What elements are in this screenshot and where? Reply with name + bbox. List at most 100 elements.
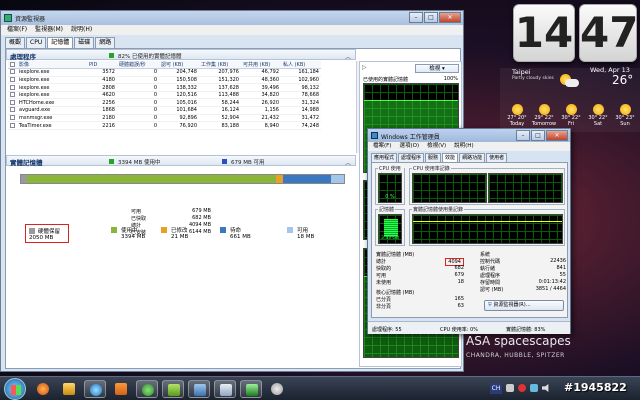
taskbar-app-10[interactable] bbox=[266, 380, 288, 398]
col-private[interactable]: 私人 (KB) bbox=[281, 61, 321, 70]
col-hard-faults[interactable]: 硬體錯誤/秒 bbox=[117, 61, 159, 70]
maximize-button[interactable]: □ bbox=[424, 12, 438, 23]
table-cell: 1868 bbox=[87, 106, 117, 115]
menu-help[interactable]: 說明(H) bbox=[71, 25, 92, 35]
table-cell: 92,896 bbox=[159, 114, 199, 123]
minimize-button[interactable]: – bbox=[409, 12, 423, 23]
taskbar-taskmgr[interactable] bbox=[240, 380, 262, 398]
cpu-usage-group: CPU 使用率 0 % bbox=[375, 165, 405, 205]
menu-file[interactable]: 檔案(F) bbox=[373, 142, 391, 151]
table-row[interactable]: TeaTimer.exe 2216 0 76,920 83,188 8,940 74,248 bbox=[8, 121, 321, 130]
taskbar-resmon[interactable] bbox=[214, 380, 236, 398]
table-row[interactable]: msnmsgr.exe 2180 0 92,896 52,904 21,432 31,472 bbox=[8, 114, 321, 123]
taskbar-media-player[interactable] bbox=[110, 380, 132, 398]
table-row[interactable]: iexplore.exe 3572 0 204,748 207,976 46,792 161… bbox=[8, 68, 321, 77]
row-checkbox[interactable] bbox=[10, 84, 15, 90]
expand-arrow-icon[interactable]: ▷ bbox=[362, 64, 376, 72]
table-cell: HTCHome.exe bbox=[17, 98, 87, 108]
legend-value: 2050 MB bbox=[29, 235, 54, 241]
volume-icon[interactable] bbox=[542, 384, 549, 392]
collapse-chevron-icon[interactable]: ︿ bbox=[345, 52, 351, 61]
table-cell: 137,628 bbox=[199, 83, 241, 92]
sys-processes-label: 處理程序 bbox=[480, 273, 501, 279]
resource-monitor-button[interactable]: ⛨ 資源監視器(R)... bbox=[484, 300, 564, 311]
language-indicator[interactable]: CH bbox=[490, 383, 502, 394]
select-all-checkbox[interactable] bbox=[10, 61, 15, 67]
clock-hour[interactable]: 14 bbox=[513, 4, 575, 62]
cpu-history-label: CPU 使用率記錄 bbox=[412, 165, 451, 172]
taskbar-explorer[interactable] bbox=[58, 380, 80, 398]
table-cell: 102,960 bbox=[281, 76, 321, 85]
table-row[interactable]: iexplore.exe 4180 0 150,508 151,320 48,360 102… bbox=[8, 76, 321, 85]
antivirus-tray-icon[interactable] bbox=[518, 384, 526, 392]
processes-section-header[interactable]: 處理程序 82% 已使用的實體記憶體 ︿ bbox=[6, 49, 356, 61]
memory-bar-segment bbox=[282, 175, 332, 183]
taskbar-app-7[interactable] bbox=[188, 380, 210, 398]
menu-monitor[interactable]: 監視器(M) bbox=[35, 25, 63, 35]
legend-name: 待命 bbox=[230, 228, 242, 234]
tab-performance[interactable]: 效能 bbox=[442, 153, 459, 162]
memory-legend-item: 硬體保留 2050 MB bbox=[25, 224, 69, 243]
table-row[interactable]: iexplore.exe 2808 0 138,332 137,628 39,496 98,… bbox=[8, 83, 321, 92]
kernel-paged-label: 已分頁 bbox=[376, 297, 392, 303]
clock-minute[interactable]: 47 bbox=[579, 4, 638, 62]
menu-help[interactable]: 說明(H) bbox=[454, 142, 473, 151]
col-working-set[interactable]: 工作集 (KB) bbox=[199, 61, 241, 70]
col-pid[interactable]: PID bbox=[87, 61, 117, 70]
cpu-usage-value: 0 % bbox=[385, 194, 395, 200]
menu-options[interactable]: 選項(O) bbox=[399, 142, 419, 151]
memory-value: 3.33 GB bbox=[380, 236, 400, 241]
memory-section-header[interactable]: 實體記憶體 3394 MB 使用中 679 MB 可用 ︿ bbox=[6, 155, 356, 167]
tab-processes[interactable]: 處理程序 bbox=[398, 153, 425, 162]
tab-overview[interactable]: 概觀 bbox=[5, 37, 26, 48]
row-checkbox[interactable] bbox=[10, 122, 15, 128]
tab-services[interactable]: 服務 bbox=[425, 153, 442, 162]
row-checkbox[interactable] bbox=[10, 76, 15, 82]
table-cell: avguard.exe bbox=[17, 106, 87, 115]
table-cell: 46,792 bbox=[241, 68, 281, 77]
row-checkbox[interactable] bbox=[10, 99, 15, 105]
table-row[interactable]: iexplore.exe 4620 0 120,516 113,488 34,820 78,… bbox=[8, 91, 321, 100]
col-shareable[interactable]: 可共用 (KB) bbox=[241, 61, 281, 70]
menu-file[interactable]: 檔案(F) bbox=[7, 25, 27, 35]
table-cell: 0 bbox=[117, 98, 159, 108]
processes-table-container: 影像 PID 硬體錯誤/秒 認可 (KB) 工作集 (KB) 可共用 (KB) … bbox=[8, 61, 354, 153]
row-checkbox[interactable] bbox=[10, 69, 15, 75]
table-cell: 74,248 bbox=[281, 121, 321, 130]
tab-disk[interactable]: 磁碟 bbox=[74, 37, 95, 48]
tab-cpu[interactable]: CPU bbox=[26, 37, 47, 48]
collapse-chevron-icon[interactable]: ︿ bbox=[345, 158, 351, 167]
table-row[interactable]: HTCHome.exe 2256 0 105,016 58,244 26,920 31,32… bbox=[8, 98, 321, 108]
tab-network[interactable]: 網路 bbox=[95, 37, 116, 48]
col-commit[interactable]: 認可 (KB) bbox=[159, 61, 199, 70]
table-cell: 105,016 bbox=[159, 98, 199, 108]
row-checkbox[interactable] bbox=[10, 107, 15, 113]
forecast-day-label: Fri bbox=[568, 121, 574, 127]
col-image[interactable]: 影像 bbox=[17, 61, 87, 70]
table-cell: iexplore.exe bbox=[17, 68, 87, 77]
view-dropdown[interactable]: 檢視 ▾ bbox=[415, 64, 459, 73]
title-bar[interactable]: 資源監視器 – □ ✕ bbox=[1, 11, 463, 25]
taskbar-app-6[interactable] bbox=[162, 380, 184, 398]
close-button[interactable]: ✕ bbox=[439, 12, 461, 23]
row-checkbox[interactable] bbox=[10, 92, 15, 98]
row-checkbox[interactable] bbox=[10, 114, 15, 120]
tab-networking[interactable]: 網路功能 bbox=[459, 153, 486, 162]
cpu-core-2-graph bbox=[488, 173, 563, 203]
tab-applications[interactable]: 應用程式 bbox=[371, 153, 398, 162]
kernel-paged-value: 165 bbox=[454, 296, 464, 302]
tab-users[interactable]: 使用者 bbox=[486, 153, 508, 162]
forecast-day: 30° 22° Fri bbox=[557, 104, 585, 127]
taskbar-msn[interactable] bbox=[136, 380, 158, 398]
taskbar-ie[interactable] bbox=[84, 380, 106, 398]
menu-view[interactable]: 檢視(V) bbox=[427, 142, 446, 151]
tray-icon[interactable] bbox=[506, 384, 514, 392]
status-indicator-icon bbox=[109, 53, 114, 58]
table-row[interactable]: avguard.exe 1868 0 101,684 16,124 1,156 14,988 bbox=[8, 106, 321, 115]
memory-group: 記憶體 3.33 GB bbox=[375, 206, 405, 246]
sys-handles-label: 控制代碼 bbox=[480, 259, 501, 265]
taskbar-firefox[interactable] bbox=[32, 380, 54, 398]
firefox-icon bbox=[37, 383, 49, 395]
start-button[interactable] bbox=[4, 378, 26, 400]
network-tray-icon[interactable] bbox=[530, 384, 538, 392]
